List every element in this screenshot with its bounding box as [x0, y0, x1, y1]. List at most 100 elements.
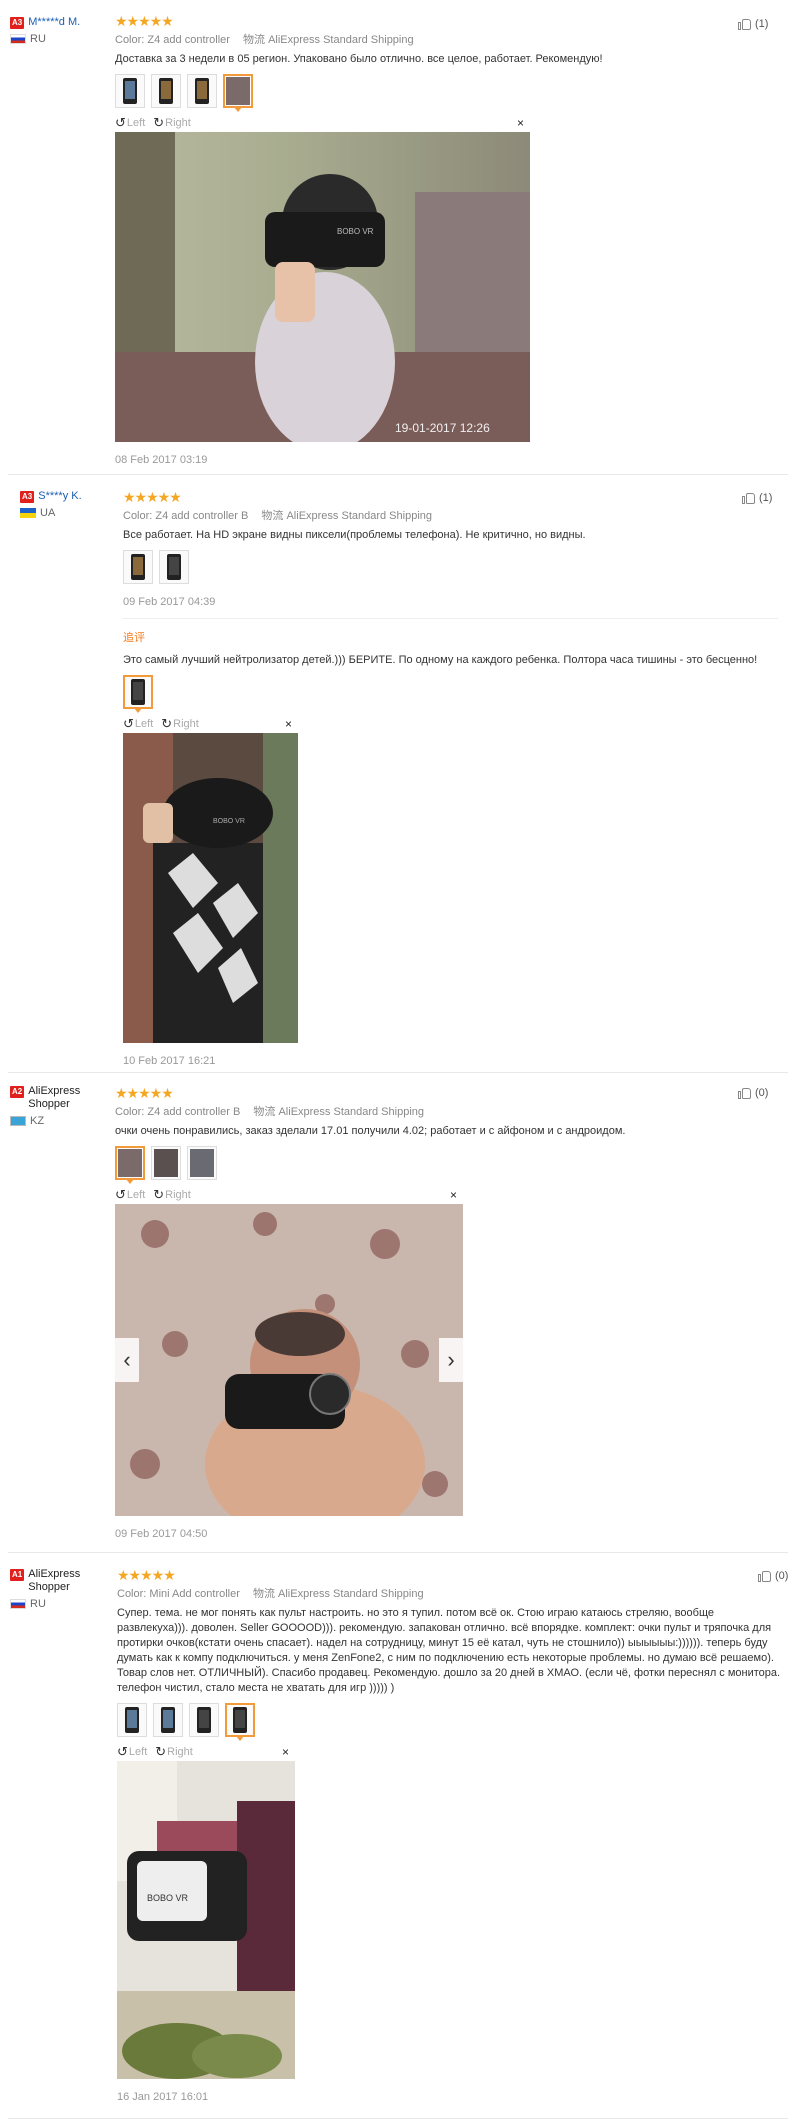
reviewer-country: UA [20, 507, 115, 519]
close-icon[interactable]: × [517, 116, 524, 130]
thumbs-up-icon [742, 491, 756, 505]
review-photo: BOBO VR 19-01-2017 12:26 [115, 132, 530, 442]
review-date: 09 Feb 2017 04:39 [123, 596, 216, 608]
order-info: Color: Z4 add controller B 物流 AliExpress… [115, 1106, 424, 1118]
level-badge: A3 [10, 17, 25, 29]
photo-thumbnails [115, 1146, 730, 1184]
flag-icon [10, 1599, 26, 1609]
rotate-left-icon: ↺ [115, 1187, 126, 1202]
photo-thumbnail[interactable] [153, 1703, 183, 1737]
reviewer-info: A1 AliExpress Shopper RU [10, 1568, 105, 1610]
review-item: A2 AliExpress Shopper KZ ★★★★★ Color: Z4… [0, 1074, 790, 1544]
flag-icon [10, 1116, 26, 1126]
photo-thumbnail[interactable] [115, 74, 145, 108]
photo-thumbnail[interactable] [151, 74, 181, 108]
helpful-button[interactable]: (0) [738, 1086, 768, 1100]
flag-icon [10, 34, 26, 44]
rotate-right-icon: ↻ [155, 1744, 167, 1759]
reviewer-country: RU [10, 33, 105, 45]
photo-thumbnail[interactable] [123, 550, 153, 584]
photo-viewer-toolbar: ↺ Left ↻ Right × [115, 1188, 463, 1202]
photo-thumbnails [115, 74, 775, 112]
review-text: Доставка за 3 недели в 05 регион. Упаков… [115, 53, 603, 65]
level-badge: A1 [10, 1569, 25, 1581]
rotate-left-button[interactable]: ↺ Left [115, 1187, 145, 1202]
thumbs-up-icon [738, 17, 752, 31]
photo-thumbnails [123, 675, 778, 713]
thumbs-up-icon [738, 1086, 752, 1100]
photo-viewer-toolbar: ↺ Left ↻ Right × [115, 116, 530, 130]
reviewer-name[interactable]: M*****d M. [28, 16, 80, 29]
order-info: Color: Z4 add controller B 物流 AliExpress… [123, 510, 432, 522]
rotate-left-icon: ↺ [123, 716, 134, 731]
helpful-button[interactable]: (1) [742, 491, 772, 505]
rotate-right-button[interactable]: ↻ Right [153, 115, 191, 130]
reviewer-country: RU [10, 1598, 105, 1610]
review-item: A1 AliExpress Shopper RU ★★★★★ Color: Mi… [0, 1554, 790, 2124]
rotate-right-button[interactable]: ↻ Right [155, 1744, 193, 1759]
helpful-button[interactable]: (0) [758, 1569, 788, 1583]
star-rating: ★★★★★ [117, 1567, 176, 1583]
review-text: очки очень понравились, заказ зделали 17… [115, 1125, 626, 1137]
reviewer-name[interactable]: AliExpress Shopper [28, 1085, 105, 1111]
review-photo: BOBO VR [123, 733, 298, 1043]
photo-thumbnail[interactable] [187, 74, 217, 108]
photo-thumbnails [117, 1703, 782, 1741]
photo-thumbnail-selected[interactable] [225, 1703, 255, 1741]
photo-thumbnail-selected[interactable] [123, 675, 153, 713]
previous-photo-button[interactable]: ‹ [115, 1338, 139, 1382]
reviewer-info: A3 S****y K. UA [20, 490, 115, 519]
photo-timestamp: 19-01-2017 12:26 [395, 421, 490, 435]
review-photo: BOBO VR [117, 1761, 295, 2079]
photo-thumbnail-selected[interactable] [115, 1146, 145, 1184]
reviewer-info: A2 AliExpress Shopper KZ [10, 1085, 105, 1127]
level-badge: A3 [20, 491, 35, 503]
rotate-left-button[interactable]: ↺ Left [117, 1744, 147, 1759]
reviewer-name[interactable]: S****y K. [38, 490, 81, 503]
rotate-right-button[interactable]: ↻ Right [161, 716, 199, 731]
close-icon[interactable]: × [285, 717, 292, 731]
flag-icon [20, 508, 36, 518]
reviewer-name[interactable]: AliExpress Shopper [28, 1568, 105, 1594]
headset-logo: BOBO VR [337, 227, 374, 236]
star-rating: ★★★★★ [123, 489, 182, 505]
close-icon[interactable]: × [282, 1745, 289, 1759]
thumbs-up-icon [758, 1569, 772, 1583]
review-item: A3 S****y K. UA ★★★★★ Color: Z4 add cont… [0, 476, 790, 1072]
next-photo-button[interactable]: › [439, 1338, 463, 1382]
review-text: Супер. тема. не мог понять как пульт нас… [117, 1607, 781, 1694]
photo-viewer-toolbar: ↺ Left ↻ Right × [123, 717, 298, 731]
review-date: 16 Jan 2017 16:01 [117, 2091, 209, 2103]
photo-thumbnail[interactable] [151, 1146, 181, 1180]
photo-thumbnails [123, 550, 778, 584]
rotate-left-icon: ↺ [117, 1744, 128, 1759]
photo-thumbnail[interactable] [187, 1146, 217, 1180]
reviewer-country: KZ [10, 1115, 105, 1127]
reviewer-info: A3 M*****d M. RU [10, 16, 105, 45]
additional-feedback-date: 10 Feb 2017 16:21 [123, 1055, 216, 1067]
rotate-right-icon: ↻ [153, 1187, 165, 1202]
rotate-right-button[interactable]: ↻ Right [153, 1187, 191, 1202]
review-item: A3 M*****d M. RU ★★★★★ Color: Z4 add con… [0, 0, 790, 470]
review-text: Все работает. На HD экране видны пиксели… [123, 529, 586, 541]
review-photo: ‹ › [115, 1204, 463, 1516]
order-info: Color: Mini Add controller 物流 AliExpress… [117, 1588, 424, 1600]
rotate-right-icon: ↻ [153, 115, 165, 130]
photo-thumbnail[interactable] [189, 1703, 219, 1737]
photo-thumbnail-selected[interactable] [223, 74, 253, 112]
rotate-left-icon: ↺ [115, 115, 126, 130]
additional-feedback-text: Это самый лучший нейтролизатор детей.)))… [123, 654, 758, 666]
order-info: Color: Z4 add controller 物流 AliExpress S… [115, 34, 414, 46]
rotate-left-button[interactable]: ↺ Left [123, 716, 153, 731]
star-rating: ★★★★★ [115, 13, 174, 29]
star-rating: ★★★★★ [115, 1085, 174, 1101]
headset-logo: BOBO VR [147, 1893, 189, 1903]
rotate-right-icon: ↻ [161, 716, 173, 731]
review-date: 09 Feb 2017 04:50 [115, 1528, 208, 1540]
photo-thumbnail[interactable] [159, 550, 189, 584]
close-icon[interactable]: × [450, 1188, 457, 1202]
photo-thumbnail[interactable] [117, 1703, 147, 1737]
helpful-button[interactable]: (1) [738, 17, 768, 31]
rotate-left-button[interactable]: ↺ Left [115, 115, 145, 130]
additional-feedback-label: 追评 [123, 632, 145, 644]
